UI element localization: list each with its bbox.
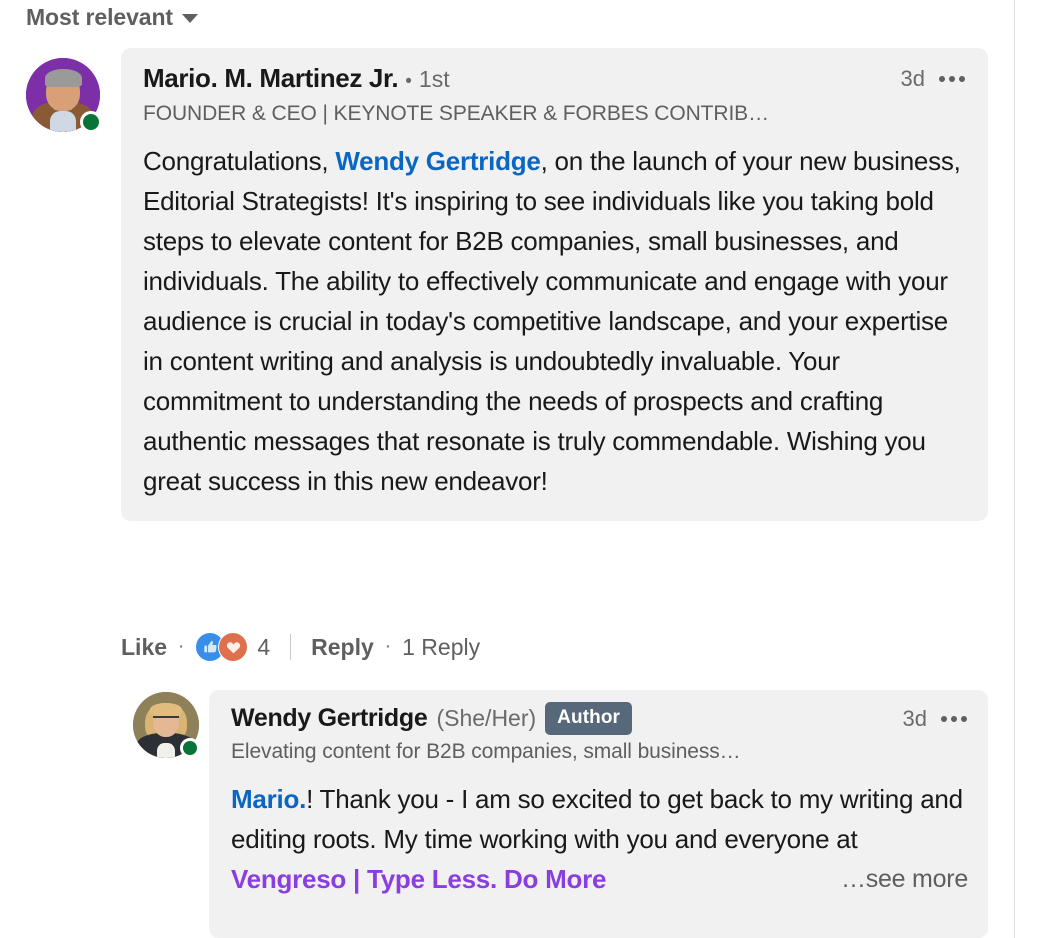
comment-mention-link[interactable]: Wendy Gertridge [335,146,541,176]
comment-author-line: Mario. M. Martinez Jr. • 1st [143,62,966,98]
like-button[interactable]: Like [121,633,167,661]
heart-icon [218,632,249,662]
reply-author-avatar[interactable] [133,692,200,758]
name-separator: • [405,71,412,92]
action-separator-2: · [384,636,392,657]
reply-meta: 3d [903,706,968,732]
reply-card: Wendy Gertridge (She/Her) Author Elevati… [209,690,988,938]
comment-card: Mario. M. Martinez Jr. • 1st FOUNDER & C… [121,48,988,521]
reply-timestamp: 3d [902,706,927,731]
action-divider [290,634,292,660]
comment-action-bar: Like · 4 Reply · 1 Reply [121,625,480,669]
ellipsis-icon[interactable] [938,72,966,86]
presence-indicator-icon [80,111,102,133]
reaction-count: 4 [257,634,271,660]
reply-company-link[interactable]: Vengreso | Type Less. Do More [231,864,606,894]
reply-text: Mario.! Thank you - I am so excited to g… [231,779,968,899]
comment-header: Mario. M. Martinez Jr. • 1st FOUNDER & C… [143,62,966,129]
comment-text-pre: Congratulations, [143,146,336,176]
reply-author-pronouns: (She/Her) [436,705,537,731]
reply-count-label[interactable]: 1 Reply [402,633,480,661]
chevron-down-icon [181,14,198,23]
author-badge: Author [545,702,633,735]
page-divider [1014,0,1015,938]
reply-mention-link[interactable]: Mario. [231,784,306,814]
comments-panel: Most relevant Mario. M. Martinez Jr. • 1… [0,0,1042,938]
comment-author-avatar[interactable] [26,58,102,133]
reply-author-line: Wendy Gertridge (She/Her) Author [231,702,968,735]
comment-text-post: , on the launch of your new business, Ed… [143,146,961,496]
connection-degree: 1st [418,66,450,92]
action-separator: · [178,636,185,657]
reactions-summary[interactable]: 4 [195,632,270,662]
see-more-button[interactable]: …see more [833,859,968,899]
reply-author-name[interactable]: Wendy Gertridge [231,704,428,733]
sort-dropdown[interactable]: Most relevant [26,0,198,34]
comment-text: Congratulations, Wendy Gertridge, on the… [143,141,966,501]
comment-author-name[interactable]: Mario. M. Martinez Jr. [143,62,399,94]
comment-meta: 3d [901,66,966,92]
comment-author-headline: FOUNDER & CEO | KEYNOTE SPEAKER & FORBES… [143,102,769,125]
presence-indicator-icon [180,738,200,758]
reply-button[interactable]: Reply [311,633,374,661]
reply-text-mid: ! Thank you - I am so excited to get bac… [231,784,963,854]
sort-dropdown-label: Most relevant [26,4,173,30]
reply-author-headline: Elevating content for B2B companies, sma… [231,740,741,763]
comment-timestamp: 3d [900,66,925,91]
ellipsis-icon[interactable] [940,712,968,726]
